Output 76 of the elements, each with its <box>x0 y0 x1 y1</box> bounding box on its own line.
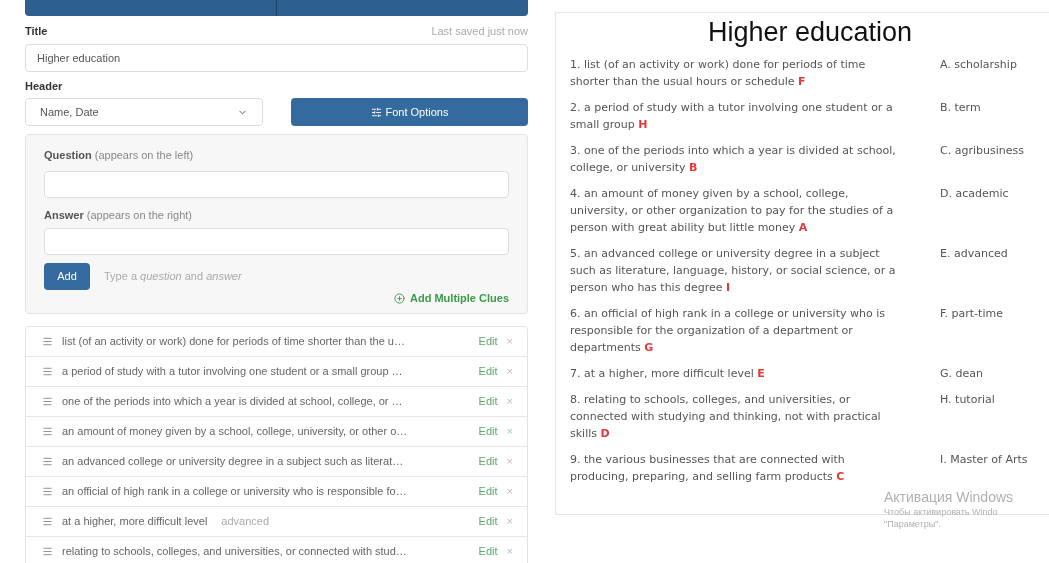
clue-text: relating to schools, colleges, and universities, or connected with stud… <box>62 544 407 560</box>
clue-row[interactable]: an advanced college or university degree in a subject such as literat… Edit × <box>26 447 527 477</box>
clue-row[interactable]: list (of an activity or work) done for periods of time shorter than the u… Edit × <box>26 327 527 357</box>
question-text: 4. an amount of money given by a school, college, university, or other organization to pay for the studies of a person with great ability but little money A <box>570 186 895 236</box>
field-label: Header <box>25 78 64 94</box>
clue-text: a period of study with a tutor involving one student or a small group … <box>62 364 403 380</box>
remove-button[interactable]: × <box>506 453 513 470</box>
activation-notice: Активация Windows Чтобы активировать Windo "Параметры". <box>884 488 1014 530</box>
question-text: 6. an official of high rank in a college or university who is responsible for the organization of a department or departments G <box>570 306 886 356</box>
question-text: 2. a period of study with a tutor involving one student or a small group H <box>570 100 894 133</box>
clue-row[interactable]: one of the periods into which a year is divided at school, college, or … Edit × <box>26 387 527 417</box>
edit-link[interactable]: Edit <box>478 513 498 530</box>
save-status: Last saved just now <box>431 24 528 39</box>
question-text: 3. one of the periods into which a year is divided at school, college, or university B <box>570 143 897 176</box>
answer-option: H. tutorial <box>940 391 995 442</box>
clue-text: at a higher, more difficult level <box>62 514 208 530</box>
drag-handle-icon[interactable] <box>42 396 53 407</box>
remove-button[interactable]: × <box>506 483 513 500</box>
preview-title: Higher education <box>706 16 914 49</box>
answer-option: B. term <box>940 99 981 133</box>
remove-button[interactable]: × <box>506 333 513 350</box>
edit-link[interactable]: Edit <box>478 393 498 410</box>
edit-link[interactable]: Edit <box>478 333 498 350</box>
edit-link[interactable]: Edit <box>478 363 498 380</box>
edit-link[interactable]: Edit <box>478 543 498 560</box>
answer-option: E. advanced <box>940 245 1008 296</box>
drag-handle-icon[interactable] <box>42 456 53 467</box>
clue-text: an official of high rank in a college or university who is responsible fo… <box>62 484 407 500</box>
remove-button[interactable]: × <box>506 543 513 560</box>
answer-option: F. part-time <box>940 305 1003 356</box>
hint-text: Type a question and answer <box>104 269 242 285</box>
clue-row[interactable]: relating to schools, colleges, and universities, or connected with stud… Edit × <box>26 537 527 563</box>
drag-handle-icon[interactable] <box>42 366 53 377</box>
clue-row[interactable]: an amount of money given by a school, college, university, or other o… Edit × <box>26 417 527 447</box>
clue-text: an advanced college or university degree in a subject such as literat… <box>62 454 404 470</box>
header-select[interactable]: Name, Date <box>25 98 263 126</box>
edit-link[interactable]: Edit <box>478 483 498 500</box>
add-button[interactable]: Add <box>44 263 90 290</box>
clue-text: list (of an activity or work) done for periods of time shorter than the u… <box>62 334 405 350</box>
plus-circle-icon <box>394 292 405 304</box>
answer-option: A. scholarship <box>940 56 1017 90</box>
add-multiple-clues-link[interactable]: Add Multiple Clues <box>394 290 509 307</box>
edit-link[interactable]: Edit <box>478 453 498 470</box>
question-label: Question (appears on the left) <box>44 148 195 163</box>
clue-row[interactable]: at a higher, more difficult level advanced Edit × <box>26 507 527 537</box>
drag-handle-icon[interactable] <box>42 426 53 437</box>
question-text: 9. the various businesses that are connected with producing, preparing, and selling farm products C <box>570 452 846 485</box>
drag-handle-icon[interactable] <box>42 516 53 527</box>
field-label: Title <box>25 24 48 39</box>
question-text: 5. an advanced college or university degree in a subject such as literature, language, history, or social science, or a person who has this degree I <box>570 246 897 296</box>
question-text: 1. list (of an activity or work) done for periods of time shorter than the usual hours or schedule F <box>570 57 867 90</box>
answer-option: I. Master of Arts <box>940 451 1028 485</box>
remove-button[interactable]: × <box>506 363 513 380</box>
clue-text: an amount of money given by a school, college, university, or other o… <box>62 424 408 440</box>
question-input[interactable] <box>44 170 509 198</box>
drag-handle-icon[interactable] <box>42 486 53 497</box>
drag-handle-icon[interactable] <box>42 546 53 557</box>
drag-handle-icon[interactable] <box>42 336 53 347</box>
remove-button[interactable]: × <box>506 513 513 530</box>
remove-button[interactable]: × <box>506 393 513 410</box>
clue-row[interactable]: a period of study with a tutor involving one student or a small group … Edit × <box>26 357 527 387</box>
font-options-button[interactable]: Font Options <box>291 98 528 126</box>
clue-row[interactable]: an official of high rank in a college or university who is responsible fo… Edit × <box>26 477 527 507</box>
clue-answer: advanced <box>221 514 270 530</box>
answer-option: C. agribusiness <box>940 142 1024 176</box>
answer-option: D. academic <box>940 185 1009 236</box>
remove-button[interactable]: × <box>506 423 513 440</box>
question-text: 7. at a higher, more difficult level E <box>570 366 766 382</box>
title-input[interactable]: Higher education <box>25 43 528 72</box>
answer-option: G. dean <box>940 365 983 382</box>
edit-link[interactable]: Edit <box>478 423 498 440</box>
question-text: 8. relating to schools, colleges, and universities, or connected with studying and thinking, not with practical skills D <box>570 392 882 442</box>
answer-label: Answer (appears on the right) <box>44 207 193 223</box>
clue-text: one of the periods into which a year is divided at school, college, or … <box>62 394 403 410</box>
sliders-icon <box>370 106 382 118</box>
answer-input[interactable] <box>44 228 509 255</box>
